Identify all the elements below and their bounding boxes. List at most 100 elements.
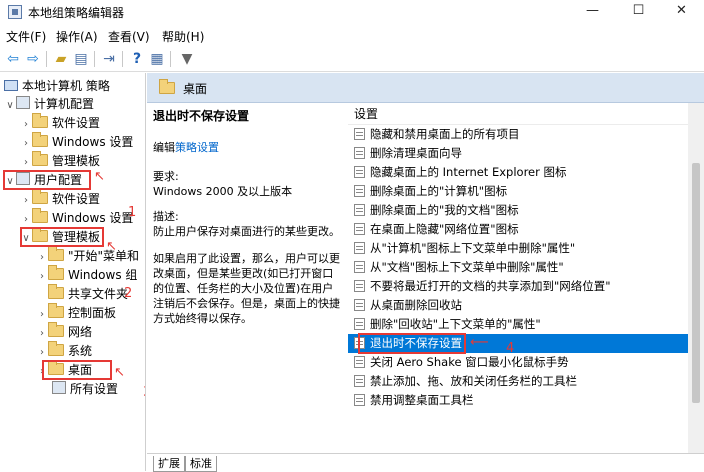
- edit-prefix: 编辑: [153, 141, 175, 154]
- show-hide-tree-icon[interactable]: ▤: [72, 50, 90, 68]
- computer-policy-icon: [4, 80, 18, 91]
- tree-node-label: 计算机配置: [34, 97, 95, 111]
- tree-node-label: 软件设置: [52, 116, 101, 130]
- tab-standard[interactable]: 标准: [185, 456, 217, 472]
- policy-icon: [354, 223, 365, 235]
- description-text: 防止用户保存对桌面进行的某些更改。: [153, 225, 340, 238]
- navigation-tree: 本地计算机 策略 ∨ 计算机配置 › 软件设置 › Windows 设置 › 管理模板 …: [0, 73, 146, 471]
- list-item[interactable]: 删除清理桌面向导: [348, 144, 688, 163]
- tree-node-label: 网络: [68, 325, 93, 339]
- list-item-label: 禁止添加、拖、放和关闭任务栏的工具栏: [370, 374, 577, 388]
- tree-node-windows-settings[interactable]: › Windows 设置: [20, 132, 133, 153]
- policy-icon: [354, 242, 365, 254]
- list-item[interactable]: 在桌面上隐藏"网络位置"图标: [348, 220, 688, 239]
- details-pane: 桌面 退出时不保存设置 编辑策略设置 要求: Windows 2000 及以上版…: [147, 73, 704, 472]
- list-item[interactable]: 隐藏和禁用桌面上的所有项目: [348, 125, 688, 144]
- tab-extended[interactable]: 扩展: [153, 456, 185, 472]
- folder-icon: [48, 303, 64, 318]
- list-item-label: 在桌面上隐藏"网络位置"图标: [370, 222, 519, 236]
- menu-file[interactable]: 文件(F): [6, 28, 46, 45]
- list-item[interactable]: 隐藏桌面上的 Internet Explorer 图标: [348, 163, 688, 182]
- pane-header: 桌面: [147, 73, 704, 103]
- back-arrow-icon[interactable]: ⇦: [4, 50, 22, 68]
- description-panel: 退出时不保存设置 编辑策略设置 要求: Windows 2000 及以上版本 描…: [147, 103, 347, 453]
- list-item[interactable]: 删除桌面上的"我的文档"图标: [348, 201, 688, 220]
- menu-action[interactable]: 操作(A): [56, 28, 98, 45]
- chevron-right-icon[interactable]: ›: [20, 135, 32, 153]
- edit-policy-line: 编辑策略设置: [153, 140, 341, 155]
- policy-icon: [354, 375, 365, 387]
- window-title: 本地组策略编辑器: [28, 6, 125, 20]
- chevron-right-icon[interactable]: ›: [20, 116, 32, 134]
- scrollbar-thumb[interactable]: [692, 163, 700, 403]
- tree-node-start-menu[interactable]: › "开始"菜单和: [36, 246, 139, 267]
- list-item-label: 删除"回收站"上下文菜单的"属性": [370, 317, 541, 331]
- tree-node-label: Windows 组: [68, 268, 138, 282]
- list-item-label: 删除清理桌面向导: [370, 146, 462, 160]
- requirements-label: 要求:: [153, 170, 179, 183]
- chevron-right-icon[interactable]: ›: [36, 268, 48, 286]
- list-item[interactable]: 从"计算机"图标上下文菜单中删除"属性": [348, 239, 688, 258]
- tree-node-network[interactable]: › 网络: [36, 322, 93, 343]
- tree-node-control-panel[interactable]: › 控制面板: [36, 303, 117, 324]
- list-item[interactable]: 删除桌面上的"计算机"图标: [348, 182, 688, 201]
- menu-view[interactable]: 查看(V): [108, 28, 150, 45]
- computer-config-icon: [16, 96, 30, 109]
- list-item[interactable]: 关闭 Aero Shake 窗口最小化鼠标手势: [348, 353, 688, 372]
- edit-policy-link[interactable]: 策略设置: [175, 141, 219, 154]
- folder-icon: [32, 189, 48, 204]
- folder-icon: [48, 322, 64, 337]
- annotation-number-4: 4: [506, 341, 515, 356]
- settings-list: 设置 隐藏和禁用桌面上的所有项目 删除清理桌面向导 隐藏桌面上的 Interne…: [348, 103, 688, 453]
- policy-icon: [354, 128, 365, 140]
- tree-node-user-windows-settings[interactable]: › Windows 设置: [20, 208, 133, 227]
- forward-arrow-icon[interactable]: ⇨: [24, 50, 42, 68]
- list-item-label: 不要将最近打开的文档的共享添加到"网络位置": [370, 279, 611, 293]
- tree-node-admin-templates[interactable]: › 管理模板: [20, 151, 100, 170]
- annotation-number-3: 3: [143, 385, 145, 400]
- close-button[interactable]: ✕: [659, 0, 704, 24]
- list-item-label: 从桌面删除回收站: [370, 298, 462, 312]
- column-header-settings[interactable]: 设置: [348, 103, 688, 125]
- tree-node-shared-folder[interactable]: 共享文件夹: [36, 284, 128, 303]
- tree-node-user-software-settings[interactable]: › 软件设置: [20, 189, 100, 210]
- list-item-label: 禁用调整桌面工具栏: [370, 393, 474, 407]
- list-item[interactable]: 从"文档"图标上下文菜单中删除"属性": [348, 258, 688, 277]
- annotation-box-desktop: [42, 360, 112, 380]
- red-arrow-icon: ↖: [106, 239, 117, 254]
- toolbar-separator: [122, 51, 123, 67]
- list-item[interactable]: 从桌面删除回收站: [348, 296, 688, 315]
- policy-icon: [354, 280, 365, 292]
- menu-help[interactable]: 帮助(H): [162, 28, 204, 45]
- folder-icon: [32, 208, 48, 223]
- vertical-scrollbar[interactable]: [688, 103, 704, 453]
- toolbar-separator: [170, 51, 171, 67]
- tree-node-label: 控制面板: [68, 306, 117, 320]
- policy-icon: [354, 318, 365, 330]
- tree-node-windows-components[interactable]: › Windows 组: [36, 265, 138, 286]
- tree-node-all-settings[interactable]: 所有设置: [52, 380, 118, 398]
- up-folder-icon[interactable]: ▰: [52, 50, 70, 68]
- minimize-button[interactable]: —: [570, 0, 615, 24]
- chevron-down-icon[interactable]: ∨: [4, 97, 16, 115]
- chevron-right-icon[interactable]: ›: [20, 192, 32, 210]
- list-item[interactable]: 删除"回收站"上下文菜单的"属性": [348, 315, 688, 334]
- list-item-label: 隐藏和禁用桌面上的所有项目: [370, 127, 520, 141]
- policy-icon: [354, 147, 365, 159]
- filter-icon[interactable]: ▼: [178, 50, 196, 68]
- tree-node-system[interactable]: › 系统: [36, 341, 92, 360]
- list-item[interactable]: 禁用调整桌面工具栏: [348, 391, 688, 410]
- list-item[interactable]: 不要将最近打开的文档的共享添加到"网络位置": [348, 277, 688, 296]
- folder-icon: [32, 132, 48, 147]
- maximize-button[interactable]: ☐: [616, 0, 661, 24]
- tree-node-computer-config[interactable]: ∨ 计算机配置: [4, 95, 94, 113]
- help-icon[interactable]: ?: [128, 50, 146, 68]
- tree-node-root[interactable]: 本地计算机 策略: [4, 77, 110, 95]
- list-item[interactable]: 禁止添加、拖、放和关闭任务栏的工具栏: [348, 372, 688, 391]
- chevron-right-icon[interactable]: ›: [36, 306, 48, 324]
- chevron-right-icon[interactable]: ›: [36, 249, 48, 267]
- export-icon[interactable]: ⇥: [100, 50, 118, 68]
- chevron-right-icon[interactable]: ›: [36, 325, 48, 343]
- properties-icon[interactable]: ▦: [148, 50, 166, 68]
- tree-node-software-settings[interactable]: › 软件设置: [20, 113, 101, 134]
